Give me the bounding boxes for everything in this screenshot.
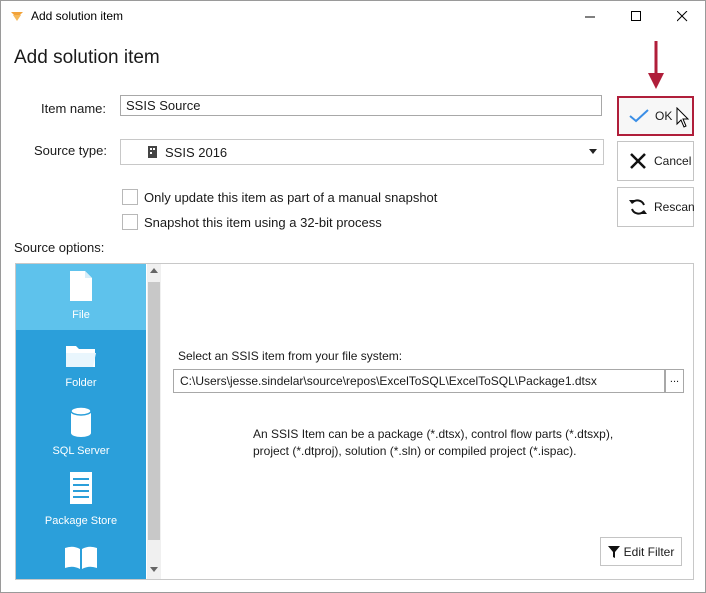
rescan-label: Rescan — [654, 200, 695, 214]
close-button[interactable] — [659, 1, 705, 32]
book-icon — [61, 540, 101, 576]
manual-snapshot-checkbox[interactable] — [122, 189, 138, 205]
ssis-icon — [148, 146, 157, 158]
manual-snapshot-label: Only update this item as part of a manua… — [144, 189, 438, 205]
file-icon — [61, 268, 101, 304]
app-logo-icon — [11, 12, 23, 21]
scroll-down-icon — [150, 567, 158, 572]
close-icon — [676, 11, 687, 22]
item-name-input[interactable]: SSIS Source — [120, 95, 602, 116]
32bit-process-checkbox[interactable] — [122, 214, 138, 230]
source-type-value: SSIS 2016 — [165, 145, 228, 160]
source-nav-label: SQL Server — [52, 445, 110, 457]
32bit-process-label: Snapshot this item using a 32-bit proces… — [144, 214, 382, 230]
folder-icon — [61, 338, 101, 374]
scrollbar-thumb[interactable] — [148, 282, 160, 540]
refresh-icon — [628, 197, 648, 217]
chevron-down-icon — [589, 149, 597, 154]
package-store-icon — [61, 470, 101, 506]
ok-label: OK — [655, 109, 673, 123]
rescan-button[interactable]: Rescan — [617, 187, 695, 227]
source-nav-folder[interactable]: Folder — [16, 332, 146, 398]
browse-button[interactable]: ... — [665, 369, 684, 393]
manual-snapshot-option[interactable]: Only update this item as part of a manua… — [122, 188, 437, 206]
mouse-pointer-icon — [676, 107, 690, 128]
source-type-label: Source type: — [34, 143, 107, 158]
edit-filter-button[interactable]: Edit Filter — [600, 537, 682, 566]
source-nav-sql-server[interactable]: SQL Server — [16, 400, 146, 466]
dialog-heading: Add solution item — [14, 47, 160, 68]
add-solution-item-dialog: Add solution item Add solution item Item… — [0, 0, 706, 593]
source-nav-other[interactable] — [16, 536, 146, 579]
checkmark-icon — [629, 106, 649, 126]
file-type-hint: An SSIS Item can be a package (*.dtsx), … — [253, 426, 633, 460]
window-title: Add solution item — [31, 9, 124, 23]
cancel-x-icon — [628, 151, 648, 171]
item-name-label: Item name: — [41, 101, 107, 116]
annotation-arrow-icon — [648, 41, 664, 89]
source-options-panel: File Folder SQL Server Package Store Sel… — [15, 263, 694, 580]
source-options-label: Source options: — [14, 240, 105, 255]
file-type-hint-line-2: project (*.dtproj), solution (*.sln) or … — [253, 444, 577, 458]
maximize-button[interactable] — [613, 1, 659, 32]
title-bar: Add solution item — [1, 1, 705, 32]
database-icon — [61, 404, 101, 440]
source-type-select[interactable]: SSIS 2016 — [120, 139, 604, 165]
maximize-icon — [630, 11, 641, 21]
filter-icon — [607, 545, 620, 558]
32bit-process-option[interactable]: Snapshot this item using a 32-bit proces… — [122, 213, 382, 231]
file-select-prompt: Select an SSIS item from your file syste… — [178, 349, 403, 363]
source-nav-label: Folder — [65, 377, 97, 389]
source-nav-label: File — [72, 309, 90, 321]
source-nav-label: Package Store — [44, 515, 118, 527]
scroll-up-icon — [150, 268, 158, 273]
file-path-input[interactable]: C:\Users\jesse.sindelar\source\repos\Exc… — [173, 369, 665, 393]
file-type-hint-line-1: An SSIS Item can be a package (*.dtsx), … — [253, 427, 614, 441]
source-nav-package-store[interactable]: Package Store — [16, 468, 146, 534]
cancel-button[interactable]: Cancel — [617, 141, 694, 181]
source-nav-scrollbar[interactable] — [147, 264, 161, 579]
source-nav: File Folder SQL Server Package Store — [16, 264, 146, 579]
cancel-label: Cancel — [654, 154, 692, 168]
source-nav-file[interactable]: File — [16, 264, 146, 330]
minimize-button[interactable] — [567, 1, 613, 32]
minimize-icon — [584, 16, 595, 18]
edit-filter-label: Edit Filter — [623, 544, 675, 559]
